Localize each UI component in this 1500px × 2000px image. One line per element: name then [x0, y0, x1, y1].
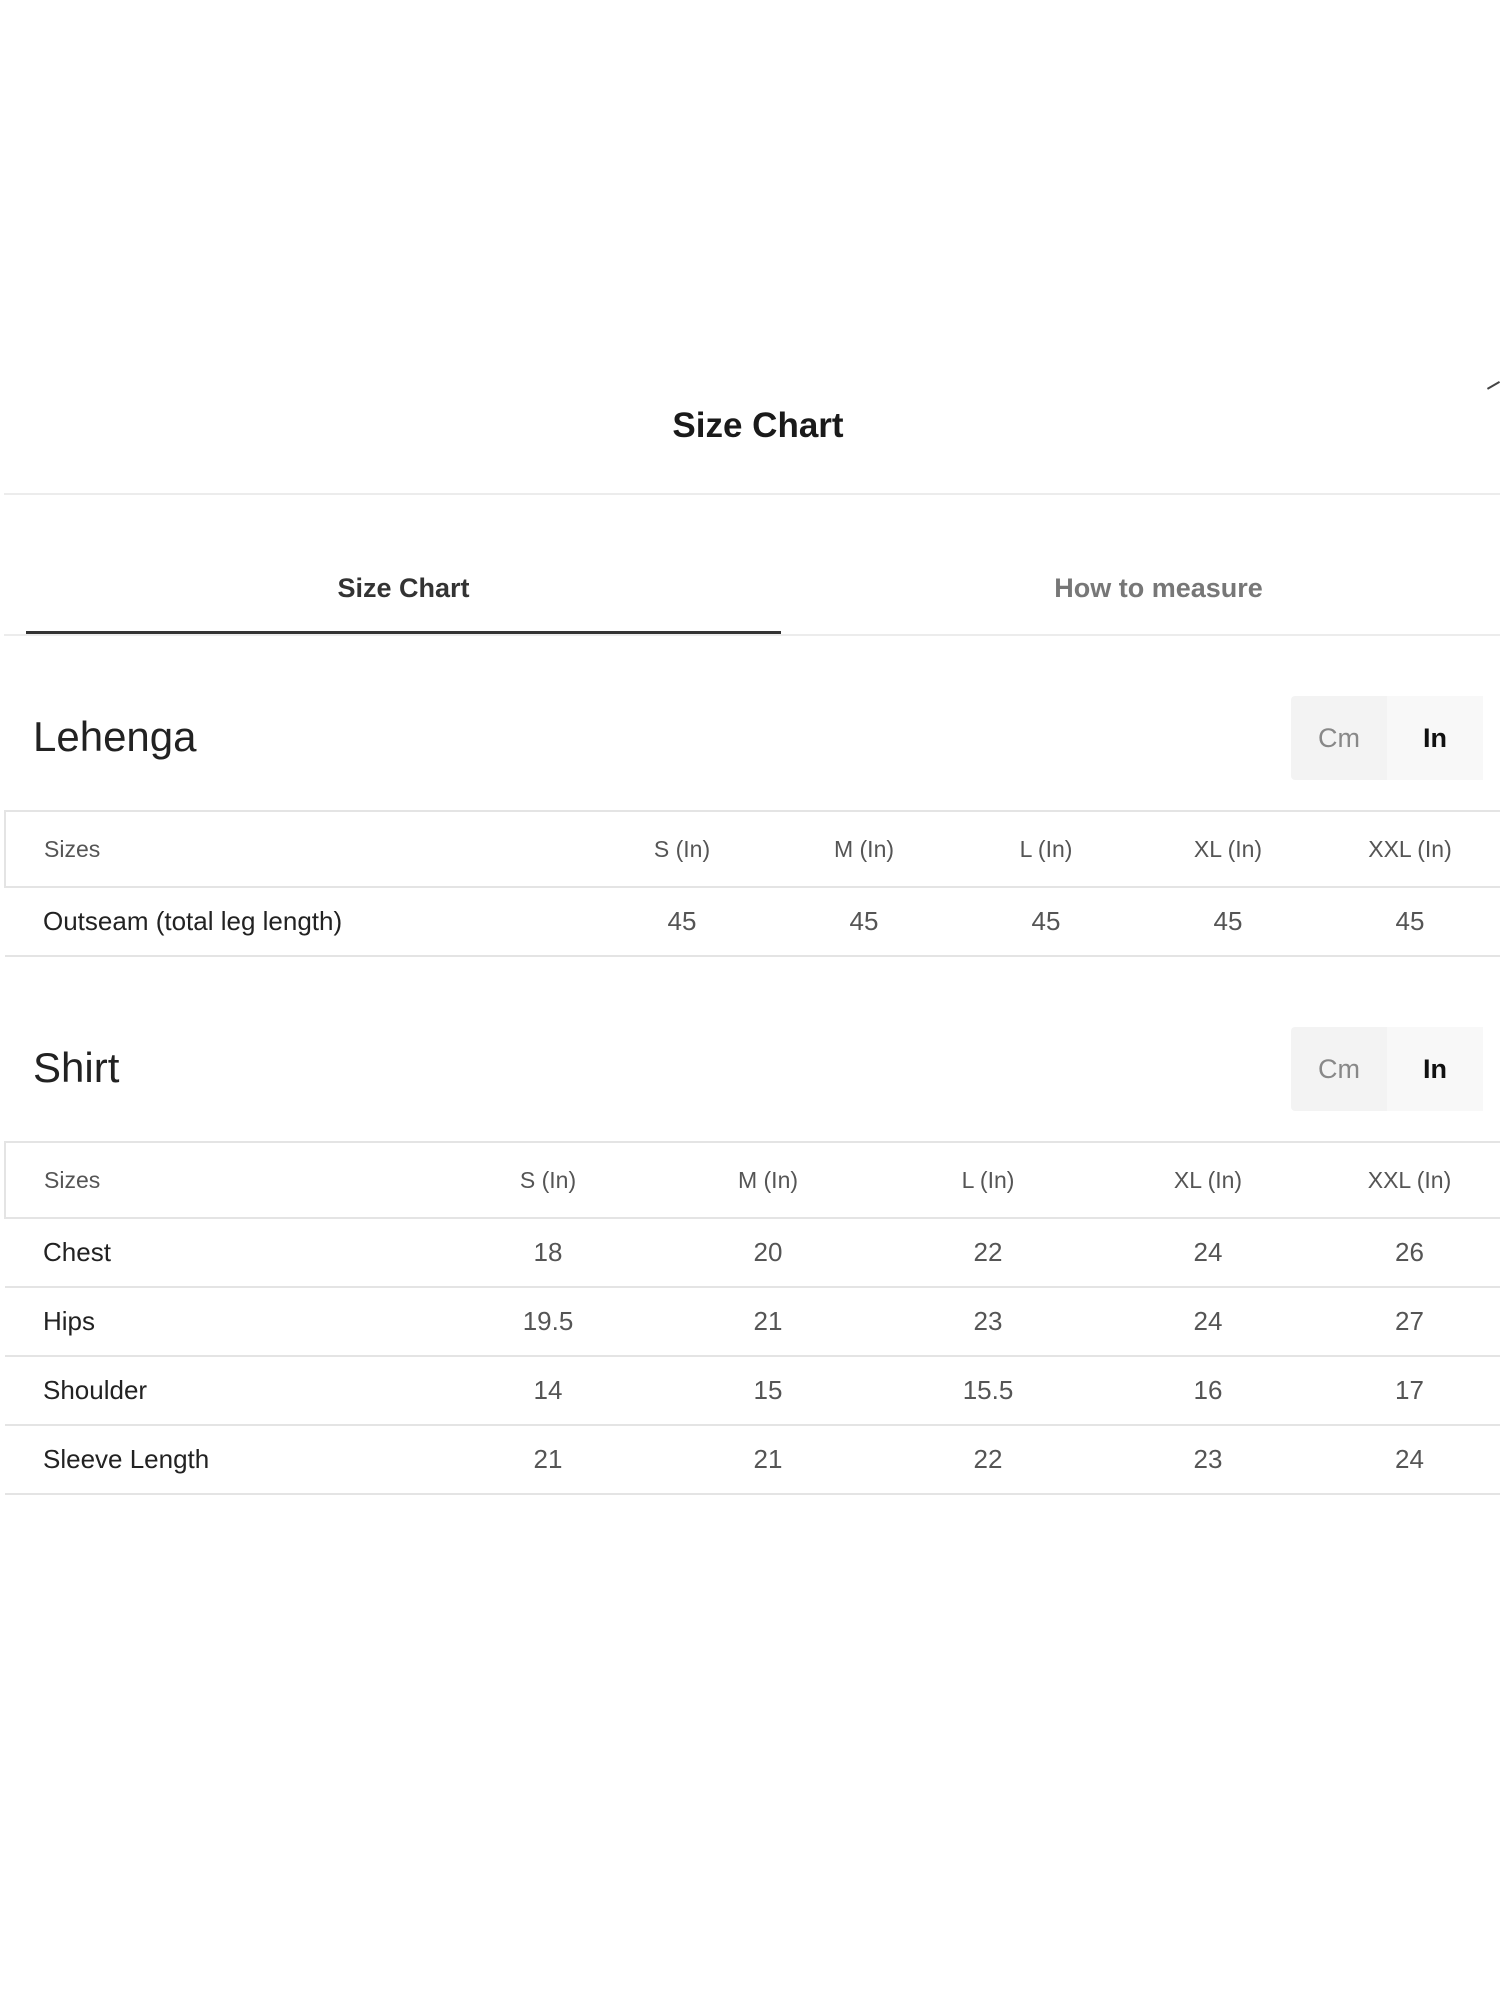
row-label: Hips	[5, 1287, 438, 1357]
column-header: L (In)	[878, 1141, 1098, 1219]
unit-toggle-shirt: Cm In	[1291, 1027, 1483, 1111]
row-label: Outseam (total leg length)	[5, 887, 591, 957]
table-row: Outseam (total leg length) 45 45 45 45 4…	[5, 887, 1500, 957]
tab-how-to-measure[interactable]: How to measure	[781, 568, 1500, 634]
table-cell: 24	[1098, 1218, 1318, 1288]
table-header-row: Sizes S (In) M (In) L (In) XL (In) XXL (…	[4, 810, 1500, 888]
table-row: Sleeve Length 21 21 22 23 24	[5, 1425, 1500, 1495]
table-cell: 24	[1318, 1425, 1500, 1495]
section-title-shirt: Shirt	[33, 1044, 120, 1091]
row-label: Sleeve Length	[5, 1425, 438, 1495]
column-header: XXL (In)	[1319, 810, 1500, 888]
table-cell: 22	[878, 1218, 1098, 1288]
tab-size-chart[interactable]: Size Chart	[26, 568, 781, 634]
table-cell: 45	[1319, 887, 1500, 957]
table-cell: 45	[955, 887, 1137, 957]
column-header: XL (In)	[1098, 1141, 1318, 1219]
table-cell: 45	[591, 887, 773, 957]
table-cell: 24	[1098, 1287, 1318, 1357]
modal-title: Size Chart	[672, 406, 844, 445]
column-header: XL (In)	[1137, 810, 1319, 888]
table-cell: 17	[1318, 1356, 1500, 1426]
column-header: M (In)	[658, 1141, 878, 1219]
table-cell: 15.5	[878, 1356, 1098, 1426]
column-header: Sizes	[4, 810, 591, 888]
unit-option-cm[interactable]: Cm	[1291, 1027, 1387, 1111]
table-cell: 45	[773, 887, 955, 957]
section-title-lehenga: Lehenga	[33, 713, 197, 760]
table-cell: 23	[1098, 1425, 1318, 1495]
table-cell: 21	[658, 1287, 878, 1357]
close-icon[interactable]	[1486, 381, 1500, 395]
table-cell: 23	[878, 1287, 1098, 1357]
unit-toggle-lehenga: Cm In	[1291, 696, 1483, 780]
column-header: L (In)	[955, 810, 1137, 888]
column-header: S (In)	[438, 1141, 658, 1219]
lehenga-size-table: Sizes S (In) M (In) L (In) XL (In) XXL (…	[4, 810, 1500, 957]
row-label: Shoulder	[5, 1356, 438, 1426]
table-cell: 26	[1318, 1218, 1500, 1288]
row-label: Chest	[5, 1218, 438, 1288]
unit-option-in[interactable]: In	[1387, 1027, 1483, 1111]
table-header-row: Sizes S (In) M (In) L (In) XL (In) XXL (…	[4, 1141, 1500, 1219]
column-header: XXL (In)	[1318, 1141, 1500, 1219]
table-cell: 21	[658, 1425, 878, 1495]
table-cell: 45	[1137, 887, 1319, 957]
column-header: M (In)	[773, 810, 955, 888]
table-cell: 16	[1098, 1356, 1318, 1426]
table-cell: 18	[438, 1218, 658, 1288]
unit-option-cm[interactable]: Cm	[1291, 696, 1387, 780]
size-chart-page: Size Chart Size Chart How to measure Leh…	[0, 0, 1500, 2000]
column-header: Sizes	[4, 1141, 438, 1219]
table-cell: 21	[438, 1425, 658, 1495]
shirt-size-table: Sizes S (In) M (In) L (In) XL (In) XXL (…	[4, 1141, 1500, 1495]
tab-bar: Size Chart How to measure	[26, 568, 1500, 634]
table-cell: 22	[878, 1425, 1098, 1495]
table-cell: 15	[658, 1356, 878, 1426]
table-row: Hips 19.5 21 23 24 27	[5, 1287, 1500, 1357]
header-divider	[4, 493, 1500, 495]
table-cell: 20	[658, 1218, 878, 1288]
table-row: Chest 18 20 22 24 26	[5, 1218, 1500, 1288]
column-header: S (In)	[591, 810, 773, 888]
unit-option-in[interactable]: In	[1387, 696, 1483, 780]
table-cell: 19.5	[438, 1287, 658, 1357]
table-cell: 14	[438, 1356, 658, 1426]
table-cell: 27	[1318, 1287, 1500, 1357]
tab-divider	[4, 634, 1500, 636]
table-row: Shoulder 14 15 15.5 16 17	[5, 1356, 1500, 1426]
